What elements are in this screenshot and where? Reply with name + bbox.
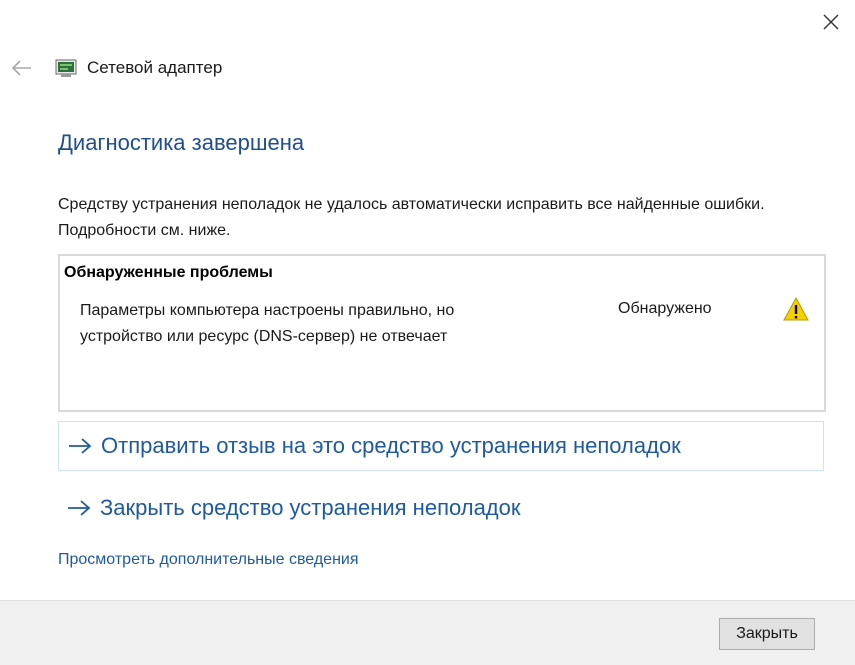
footer-bar: Закрыть xyxy=(0,600,855,665)
problem-status: Обнаружено xyxy=(618,300,712,317)
problems-panel: Обнаруженные проблемы Параметры компьюте… xyxy=(58,254,826,412)
network-adapter-icon xyxy=(55,58,77,78)
arrow-right-icon xyxy=(67,437,93,455)
send-feedback-label: Отправить отзыв на это средство устранен… xyxy=(101,433,681,458)
header: Сетевой адаптер xyxy=(55,58,222,78)
page-title: Диагностика завершена xyxy=(58,130,305,155)
back-arrow-icon[interactable] xyxy=(10,58,34,78)
view-details-link[interactable]: Просмотреть дополнительные сведения xyxy=(58,551,359,569)
close-troubleshooter-label: Закрыть средство устранения неполадок xyxy=(100,495,521,520)
warning-icon xyxy=(782,296,810,322)
description-text: Средству устранения неполадок не удалось… xyxy=(58,196,765,239)
problem-description: Параметры компьютера настроены правильно… xyxy=(80,302,455,345)
close-button[interactable]: Закрыть xyxy=(719,618,815,650)
close-icon[interactable] xyxy=(819,10,843,34)
close-troubleshooter-link[interactable]: Закрыть средство устранения неполадок xyxy=(58,483,824,533)
window-title: Сетевой адаптер xyxy=(87,58,223,77)
problems-heading: Обнаруженные проблемы xyxy=(64,264,273,281)
arrow-right-icon xyxy=(66,499,92,517)
send-feedback-link[interactable]: Отправить отзыв на это средство устранен… xyxy=(58,421,824,471)
